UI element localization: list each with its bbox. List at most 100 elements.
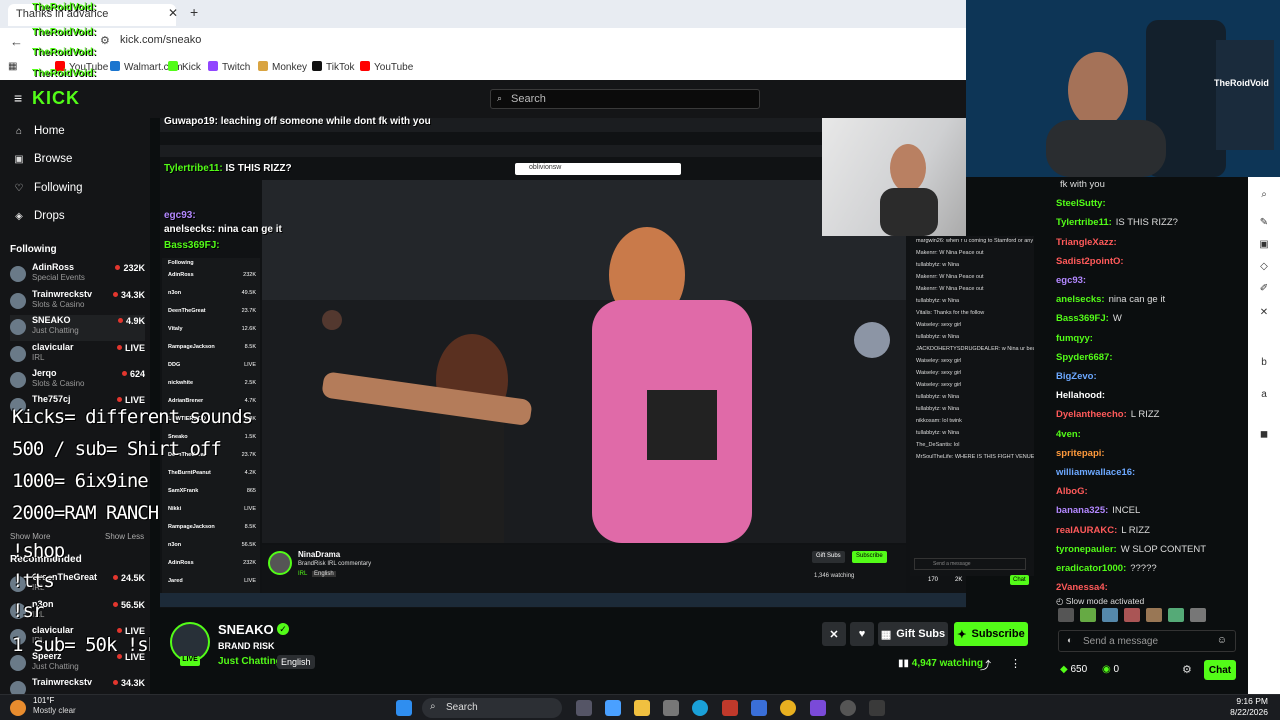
chat-username[interactable]: realAURAKC: [1056, 525, 1117, 536]
chat-username[interactable]: tyronepauler: [1056, 544, 1117, 555]
address-bar[interactable]: kick.com/sneako [120, 34, 720, 52]
app-icon[interactable] [840, 700, 856, 716]
app-icon[interactable] [751, 700, 767, 716]
chat-username[interactable]: fumqyy: [1056, 333, 1093, 344]
nested-streamer-name[interactable]: NinaDrama [298, 550, 340, 559]
chat-username[interactable]: SteelSutty: [1056, 198, 1106, 209]
apps-icon[interactable]: ▦ [8, 61, 17, 72]
taskbar-search[interactable]: ⌕ Search [422, 698, 562, 718]
menu-icon[interactable]: ≡ [14, 90, 22, 106]
site-info-icon[interactable]: ⚙ [100, 34, 110, 47]
nested-search-input[interactable]: oblivionsw [515, 163, 681, 175]
nested-following-item[interactable]: RampageJackson 8.5K [168, 524, 256, 534]
following-item[interactable]: AdinRoss Special Events 232K [10, 262, 145, 288]
stream-category[interactable]: Just Chatting [218, 656, 282, 667]
copilot-icon[interactable] [605, 700, 621, 716]
nested-following-item[interactable]: DDG LIVE [168, 362, 256, 372]
bookmark-tiktok[interactable]: TikTok [312, 61, 355, 73]
nested-following-item[interactable]: nickwhite 2.5K [168, 380, 256, 390]
kicks-balance[interactable]: ◉ 0 [1102, 664, 1119, 675]
file-explorer-icon[interactable] [634, 700, 650, 716]
chat-username[interactable]: BigZevo: [1056, 371, 1097, 382]
office-icon[interactable]: ◼ [1258, 429, 1270, 441]
chat-username[interactable]: egc93: [1056, 275, 1086, 286]
chat-username[interactable]: AlboG: [1056, 486, 1088, 497]
chat-username[interactable]: 4ven: [1056, 429, 1081, 440]
app-icon[interactable] [810, 700, 826, 716]
pencil-icon[interactable]: ✐ [1258, 283, 1270, 295]
windows-start-icon[interactable] [396, 700, 412, 716]
settings-icon[interactable]: ⚙ [1182, 663, 1192, 676]
chat-username[interactable]: spritepapi: [1056, 448, 1105, 459]
task-view-icon[interactable] [576, 700, 592, 716]
tag-icon[interactable]: ◇ [1258, 261, 1270, 273]
nested-gift-subs-button[interactable]: Gift Subs [812, 551, 845, 563]
gift-subs-button[interactable]: ▦ Gift Subs [878, 622, 948, 646]
following-item[interactable]: Jerqo Slots & Casino 624 [10, 368, 145, 394]
search-icon[interactable]: ⌕ [1258, 189, 1270, 201]
more-options-icon[interactable]: ⋮ [1010, 657, 1021, 670]
bookmark-youtube-2[interactable]: YouTube [360, 61, 413, 73]
nested-category[interactable]: IRL [298, 571, 307, 577]
language-tag[interactable]: English [277, 655, 315, 669]
chat-username[interactable]: Bass369FJ: [1056, 313, 1109, 324]
nested-following-item[interactable]: DeenTheGreat 23.7K [168, 308, 256, 318]
mute-notifications-button[interactable]: ✕ [822, 622, 846, 646]
nested-following-item[interactable]: Jared LIVE [168, 578, 256, 588]
amazon-icon[interactable]: a [1258, 389, 1270, 401]
streamer-name[interactable]: SNEAKO [218, 622, 274, 637]
chat-username[interactable]: Tylertribe11: [1056, 217, 1112, 228]
nav-home[interactable]: ⌂ Home [14, 125, 65, 137]
bing-icon[interactable]: b [1258, 357, 1270, 369]
nested-following-item[interactable]: SamXFrank 865 [168, 488, 256, 498]
nav-drops[interactable]: ◈ Drops [14, 210, 65, 222]
nested-following-item[interactable]: RampageJackson 8.5K [168, 344, 256, 354]
chat-username[interactable]: 2Vanessa4: [1056, 582, 1108, 593]
edit-icon[interactable]: ✎ [1258, 217, 1270, 229]
nested-following-item[interactable]: AdinRoss 232K [168, 272, 256, 282]
chat-username[interactable]: banana325: [1056, 505, 1108, 516]
nested-chat-button[interactable]: Chat [1010, 575, 1029, 585]
bookmark-kick[interactable]: Kick [168, 61, 201, 73]
chrome-icon[interactable] [780, 700, 796, 716]
chat-username[interactable]: eradicator1000: [1056, 563, 1126, 574]
nested-following-item[interactable]: TheBurntPeanut 4.2K [168, 470, 256, 480]
close-icon[interactable]: ✕ [1258, 307, 1270, 319]
nested-subscribe-button[interactable]: Subscribe [852, 551, 887, 563]
follow-button[interactable]: ♥ [850, 622, 874, 646]
edge-icon[interactable] [692, 700, 708, 716]
bookmark-twitch[interactable]: Twitch [208, 61, 250, 73]
briefcase-icon[interactable]: ▣ [1258, 239, 1270, 251]
app-icon[interactable] [869, 700, 885, 716]
nested-following-item[interactable]: n3on 49.5K [168, 290, 256, 300]
nav-following[interactable]: ♡ Following [14, 182, 83, 194]
channel-points[interactable]: ◆ 650 [1060, 664, 1087, 675]
following-item[interactable]: clavicular IRL LIVE [10, 342, 145, 368]
video-player[interactable] [262, 180, 906, 543]
emoji-icon[interactable]: ☺ [1217, 635, 1227, 646]
new-tab-button[interactable]: + [190, 4, 198, 20]
close-tab-icon[interactable]: ✕ [168, 6, 178, 20]
following-item-selected[interactable]: SNEAKO Just Chatting 4.9K [10, 315, 145, 341]
chat-username[interactable]: anelsecks: [1056, 294, 1105, 305]
chat-input[interactable]: ◐ Send a message ☺ [1058, 630, 1236, 652]
nested-following-item[interactable]: Nikki LIVE [168, 506, 256, 516]
bookmark-monkey[interactable]: Monkey [258, 61, 307, 73]
chat-username[interactable]: Spyder6687: [1056, 352, 1113, 363]
nested-following-item[interactable]: n3on 56.5K [168, 542, 256, 552]
chat-username[interactable]: williamwallace16: [1056, 467, 1135, 478]
nested-chat-input[interactable]: Send a message [914, 558, 1026, 570]
chat-username[interactable]: Dyelantheecho: [1056, 409, 1127, 420]
app-icon[interactable] [722, 700, 738, 716]
share-icon[interactable]: ⤴ [980, 657, 991, 673]
following-item[interactable]: Trainwreckstv Slots & Casino 34.3K [10, 289, 145, 315]
back-icon[interactable]: ← [10, 34, 23, 49]
store-icon[interactable] [663, 700, 679, 716]
chat-username[interactable]: TriangleXazz: [1056, 237, 1117, 248]
subscribe-button[interactable]: ✦ Subscribe [954, 622, 1028, 646]
chat-send-button[interactable]: Chat [1204, 660, 1236, 680]
kick-logo[interactable]: KICK [32, 88, 80, 109]
search-input[interactable]: ⌕ Search [490, 89, 760, 109]
chat-settings-icon[interactable]: ◐ [1067, 635, 1072, 645]
nested-following-item[interactable]: Vitaly 12.6K [168, 326, 256, 336]
